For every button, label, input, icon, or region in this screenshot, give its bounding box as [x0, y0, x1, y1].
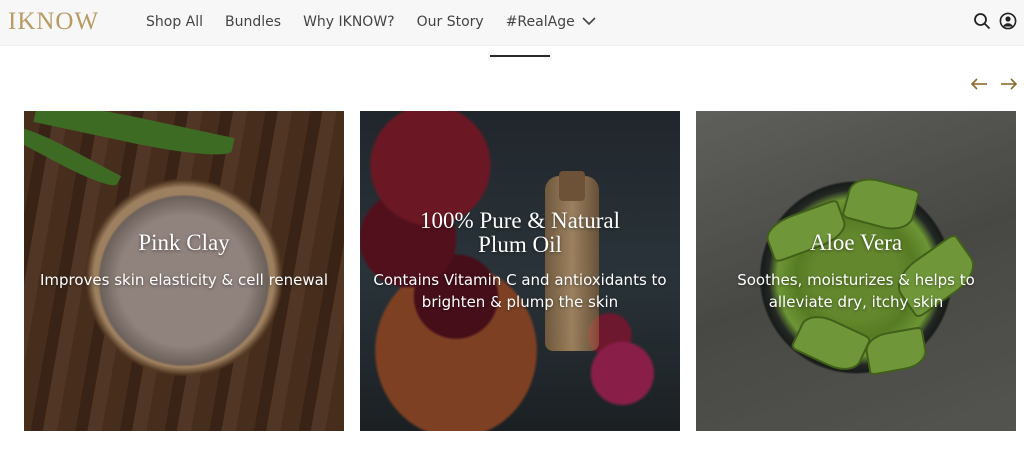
nav-item-why-iknow[interactable]: Why IKNOW?: [303, 12, 395, 32]
nav-item-our-story[interactable]: Our Story: [417, 12, 484, 32]
card-title-line2: Plum Oil: [478, 232, 562, 257]
header-icons: [965, 12, 1017, 35]
card-title: Aloe Vera: [809, 230, 903, 255]
nav-item-realage[interactable]: #RealAge: [506, 12, 596, 32]
active-slide-indicator: [490, 55, 550, 57]
ingredient-card-pink-clay[interactable]: Pink Clay Improves skin elasticity & cel…: [24, 111, 344, 431]
card-description: Improves skin elasticity & cell renewal: [39, 271, 329, 289]
nav-item-realage-label: #RealAge: [505, 14, 575, 30]
nav-item-bundles[interactable]: Bundles: [225, 12, 281, 32]
ingredient-card-plum-oil[interactable]: 100% Pure & Natural Plum Oil Contains Vi…: [360, 111, 680, 431]
card-description: Contains Vitamin C and antioxidants to b…: [373, 271, 667, 311]
main-nav: Shop All Bundles Why IKNOW? Our Story #R…: [146, 12, 618, 32]
header-bar: IKNOW Shop All Bundles Why IKNOW? Our St…: [0, 0, 1024, 46]
brand-logo[interactable]: IKNOW: [8, 8, 99, 36]
account-icon[interactable]: [999, 12, 1017, 35]
search-icon[interactable]: [973, 12, 991, 35]
ingredient-card-aloe-vera[interactable]: Aloe Vera Soothes, moisturizes & helps t…: [696, 111, 1016, 431]
chevron-down-icon: [582, 12, 596, 32]
arrow-right-icon[interactable]: [1000, 77, 1018, 95]
carousel-controls: [959, 77, 1018, 95]
card-description: Soothes, moisturizes & helps to alleviat…: [737, 271, 975, 311]
card-title-line1: 100% Pure & Natural: [420, 208, 620, 233]
arrow-left-icon[interactable]: [970, 77, 988, 95]
card-title: Pink Clay: [138, 230, 230, 255]
nav-item-shop-all[interactable]: Shop All: [146, 12, 203, 32]
